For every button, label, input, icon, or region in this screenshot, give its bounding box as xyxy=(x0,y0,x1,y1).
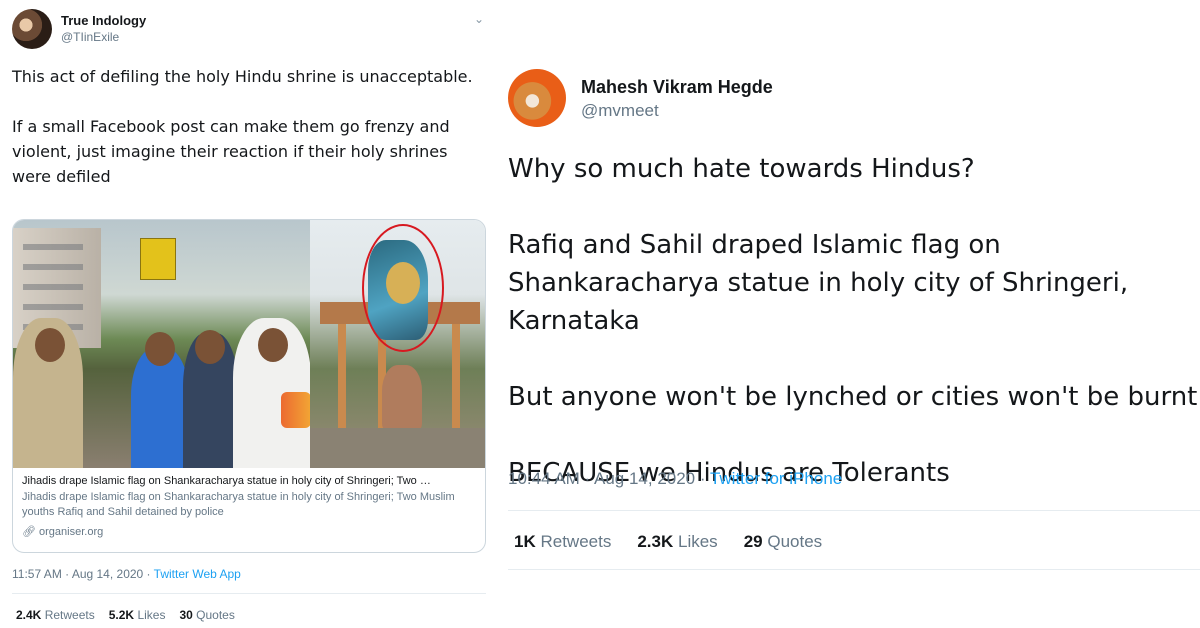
card-title: Jihadis drape Islamic flag on Shankarach… xyxy=(22,475,431,487)
person-head xyxy=(258,328,288,362)
quotes-count: 30 xyxy=(179,608,193,622)
card-domain-text: organiser.org xyxy=(39,526,104,538)
author-name[interactable]: Mahesh Vikram Hegde xyxy=(581,77,773,98)
watermark-logo xyxy=(281,392,310,428)
statue-photo xyxy=(310,220,485,468)
tweet-paragraph: This act of defiling the holy Hindu shri… xyxy=(12,67,473,86)
retweets-label: Retweets xyxy=(540,532,612,551)
card-image xyxy=(13,220,485,468)
tweet-paragraph: Rafiq and Sahil draped Islamic flag on S… xyxy=(508,230,1129,336)
pillar xyxy=(338,324,346,434)
likes-count: 5.2K xyxy=(108,608,135,622)
person-head xyxy=(35,328,65,362)
author-name[interactable]: True Indology xyxy=(61,13,146,28)
right-tweet: Mahesh Vikram Hegde @mvmeet Why so much … xyxy=(497,0,1200,628)
person xyxy=(131,348,189,468)
person-head xyxy=(195,330,225,364)
engagement-stats: 2.4K Retweets 5.2K Likes 30 Quotes xyxy=(16,608,235,622)
retweets-count: 2.4K xyxy=(16,608,42,622)
street-sign xyxy=(140,238,176,280)
quotes-stat[interactable]: 29 Quotes xyxy=(744,532,822,552)
author-handle[interactable]: @mvmeet xyxy=(581,101,659,121)
retweets-count: 1K xyxy=(514,532,536,551)
left-tweet: True Indology @TIinExile ⌄ This act of d… xyxy=(0,0,497,628)
divider xyxy=(508,569,1200,570)
tweet-paragraph: If a small Facebook post can make them g… xyxy=(12,117,450,186)
chevron-down-icon[interactable]: ⌄ xyxy=(471,11,487,27)
statue xyxy=(382,365,422,430)
tweet-meta: 10:44 AM · Aug 14, 2020 · Twitter for iP… xyxy=(508,469,842,489)
avatar[interactable] xyxy=(12,9,52,49)
avatar[interactable] xyxy=(508,69,566,127)
quotes-stat[interactable]: 30 Quotes xyxy=(179,608,234,622)
retweets-stat[interactable]: 2.4K Retweets xyxy=(16,608,95,622)
quotes-label: Quotes xyxy=(767,532,823,551)
retweets-label: Retweets xyxy=(44,608,95,622)
likes-stat[interactable]: 2.3K Likes xyxy=(637,532,717,552)
divider xyxy=(12,593,486,594)
tweet-paragraph: Why so much hate towards Hindus? xyxy=(508,154,975,184)
source-link[interactable]: Twitter for iPhone xyxy=(710,469,842,488)
engagement-stats: 1K Retweets 2.3K Likes 29 Quotes xyxy=(514,532,822,552)
link-icon: 🔗︎ xyxy=(22,526,36,538)
divider xyxy=(508,510,1200,511)
card-body: Jihadis drape Islamic flag on Shankarach… xyxy=(13,468,485,545)
quotes-count: 29 xyxy=(743,532,763,551)
statue-base xyxy=(310,428,485,468)
tweet-text: This act of defiling the holy Hindu shri… xyxy=(12,64,482,214)
timestamp[interactable]: 10:44 AM · Aug 14, 2020 · xyxy=(508,469,710,488)
card-domain: 🔗︎ organiser.org xyxy=(22,525,476,538)
pillar xyxy=(452,324,460,434)
tweet-paragraph: But anyone won't be lynched or cities wo… xyxy=(508,382,1198,412)
highlight-circle xyxy=(362,224,444,352)
tweet-meta: 11:57 AM · Aug 14, 2020 · Twitter Web Ap… xyxy=(12,567,241,581)
link-card[interactable]: Jihadis drape Islamic flag on Shankarach… xyxy=(12,219,486,553)
timestamp[interactable]: 11:57 AM · Aug 14, 2020 · xyxy=(12,567,154,581)
crowd-photo xyxy=(13,220,310,468)
likes-label: Likes xyxy=(678,532,718,551)
person-head xyxy=(145,332,175,366)
quotes-label: Quotes xyxy=(196,608,235,622)
likes-count: 2.3K xyxy=(637,532,674,551)
card-description: Jihadis drape Islamic flag on Shankarach… xyxy=(22,491,455,518)
retweets-stat[interactable]: 1K Retweets xyxy=(514,532,611,552)
likes-label: Likes xyxy=(137,608,166,622)
likes-stat[interactable]: 5.2K Likes xyxy=(109,608,166,622)
author-handle[interactable]: @TIinExile xyxy=(61,30,119,44)
source-link[interactable]: Twitter Web App xyxy=(154,567,241,581)
